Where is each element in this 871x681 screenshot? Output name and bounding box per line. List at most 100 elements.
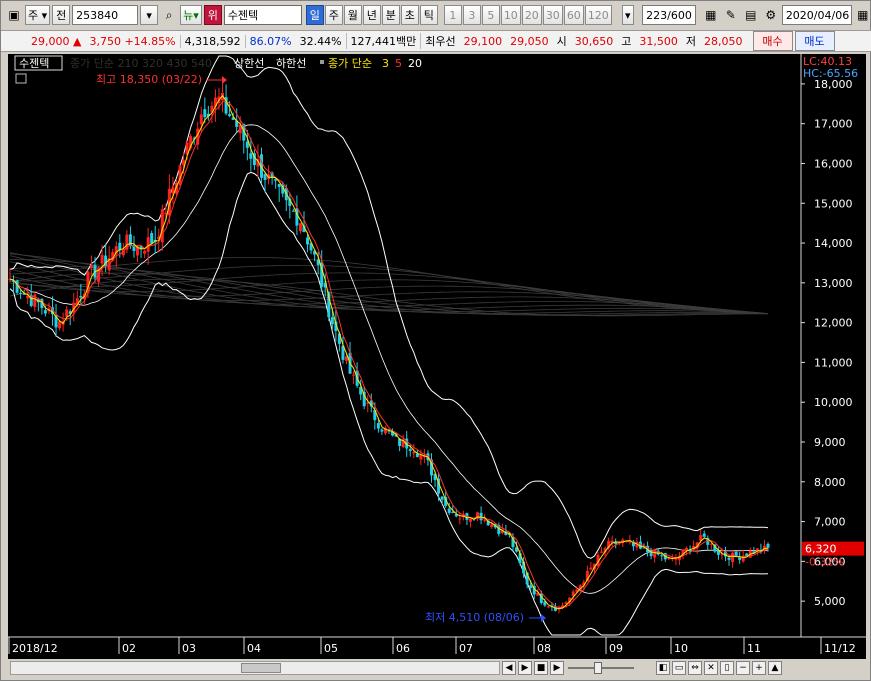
candle-body [589, 567, 593, 570]
best-quote-label: 최우선 [420, 33, 459, 49]
period-button-4[interactable]: 분 [381, 5, 400, 25]
news-button[interactable]: 뉴 ▾ [180, 5, 202, 25]
period-button-6[interactable]: 틱 [419, 5, 438, 25]
x-tick-label: 07 [459, 642, 473, 655]
market-button[interactable]: 주 ▾ [25, 5, 51, 25]
candle-body [203, 109, 207, 118]
window-icon[interactable]: ▣ [5, 5, 23, 25]
volume: 4,318,592 [179, 34, 245, 48]
x-tick-label: 09 [609, 642, 623, 655]
zoom-in-icon[interactable]: + [752, 661, 766, 675]
y-tick-label: 14,000 [814, 237, 853, 250]
period-button-0[interactable]: 일 [305, 5, 324, 25]
last-pct-text: -0.32% [805, 556, 844, 569]
view-icon[interactable]: ▭ [672, 661, 686, 675]
candle-body [529, 585, 533, 588]
stop-button[interactable]: ■ [534, 661, 548, 675]
interval-button-10[interactable]: 10 [500, 5, 521, 25]
grid-icon[interactable]: ▦ [702, 5, 720, 25]
candle-body [419, 455, 423, 460]
low-annotation: 최저 4,510 (08/06) [425, 611, 524, 624]
candle-body [65, 309, 69, 317]
period-button-1[interactable]: 주 [324, 5, 343, 25]
play-forward-button[interactable]: ▶ [550, 661, 564, 675]
interval-dropdown-button[interactable]: ▾ [621, 5, 634, 25]
interval-button-3[interactable]: 3 [462, 5, 481, 25]
expand-icon[interactable]: ▲ [768, 661, 782, 675]
scroll-left-button[interactable]: ◀ [502, 661, 516, 675]
candle-body [277, 183, 281, 187]
y-tick-label: 16,000 [814, 157, 853, 170]
history-scrollbar[interactable] [10, 661, 500, 675]
x-tick-label: 11/12 [824, 642, 856, 655]
legend-lower: 하한선 [276, 56, 306, 70]
x-tick-label: 05 [324, 642, 338, 655]
compare-icon[interactable]: ⇔ [688, 661, 702, 675]
candle-body [291, 210, 295, 212]
count-input[interactable]: 223/600 [641, 5, 696, 25]
candle-body [468, 518, 472, 522]
close-view-icon[interactable]: ✕ [704, 661, 718, 675]
draw-icon[interactable]: ✎ [722, 5, 740, 25]
interval-button-120[interactable]: 120 [584, 5, 612, 25]
y-tick-label: 7,000 [814, 516, 846, 529]
interval-button-1[interactable]: 1 [443, 5, 462, 25]
buy-button[interactable]: 매수 [752, 31, 793, 51]
x-tick-label: 2018/12 [12, 642, 58, 655]
x-tick-label: 06 [396, 642, 410, 655]
period-buttons: 일주월년분초틱 [305, 5, 438, 25]
price-chart[interactable]: 18,00017,00016,00015,00014,00013,00012,0… [8, 54, 866, 659]
candle-body [19, 292, 23, 294]
candle-body [146, 237, 150, 252]
stock-name-field: 수젠텍 [223, 5, 302, 25]
candle-body [298, 223, 302, 232]
open-price: 30,650 [574, 34, 614, 48]
candle-body [306, 237, 310, 245]
y-tick-label: 13,000 [814, 277, 853, 290]
gear-icon[interactable]: ⚙ [762, 5, 780, 25]
interval-buttons: 1 3 5 10 20 30 60 120 [443, 5, 612, 25]
wide-icon[interactable]: ▯ [720, 661, 734, 675]
interval-button-5[interactable]: 5 [481, 5, 500, 25]
period-button-2[interactable]: 월 [343, 5, 362, 25]
y-tick-label: 15,000 [814, 197, 853, 210]
sell-button[interactable]: 매도 [794, 31, 835, 51]
period-button-5[interactable]: 초 [400, 5, 419, 25]
search-icon[interactable]: ⌕ [160, 5, 178, 25]
period-button-3[interactable]: 년 [362, 5, 381, 25]
code-dropdown-button[interactable]: ▾ [140, 5, 159, 25]
candle-body [376, 423, 380, 429]
pan-left-icon[interactable]: ◧ [656, 661, 670, 675]
candle-body [228, 114, 232, 117]
date-input[interactable]: 2020/04/06 [781, 5, 852, 25]
legend-ma-short: 종가 단순 [328, 57, 372, 70]
quote-bar: 29,000 ▲ 3,750 +14.85% 4,318,592 86.07% … [1, 30, 871, 52]
candle-body [199, 114, 203, 125]
interval-button-30[interactable]: 30 [542, 5, 563, 25]
play-button[interactable]: ▶ [518, 661, 532, 675]
x-tick-label: 08 [537, 642, 551, 655]
interval-button-20[interactable]: 20 [521, 5, 542, 25]
zoom-slider[interactable] [568, 662, 634, 674]
candle-body [100, 255, 104, 264]
table-icon[interactable] [15, 73, 27, 84]
interval-button-60[interactable]: 60 [563, 5, 584, 25]
high-price: 31,500 [639, 34, 678, 48]
candle-body [660, 555, 664, 557]
legend-ma3: 3 [382, 57, 389, 70]
legend-upper: 상한선 [234, 57, 264, 70]
scroll-thumb[interactable] [241, 663, 281, 673]
y-tick-label: 17,000 [814, 118, 853, 131]
x-tick-label: 02 [122, 642, 136, 655]
zoom-out-icon[interactable]: − [736, 661, 750, 675]
best-ask: 29,100 [463, 34, 503, 48]
save-icon[interactable]: ▤ [742, 5, 760, 25]
chart-controls: ◀ ▶ ■ ▶ ◧ ▭ ⇔ ✕ ▯ − + ▲ [8, 659, 866, 677]
price-change: 3,750 +14.85% [89, 34, 176, 48]
code-input[interactable]: 253840 [72, 5, 139, 25]
y-tick-label: 12,000 [814, 317, 853, 330]
calendar-icon[interactable]: ▦ [854, 5, 871, 25]
chart-window: ▣ 주 ▾ 전 253840 ▾ ⌕ 뉴 ▾ 위 수젠텍 일주월년분초틱 1351… [0, 0, 871, 681]
all-button[interactable]: 전 [52, 5, 71, 25]
candle-body [89, 265, 93, 269]
